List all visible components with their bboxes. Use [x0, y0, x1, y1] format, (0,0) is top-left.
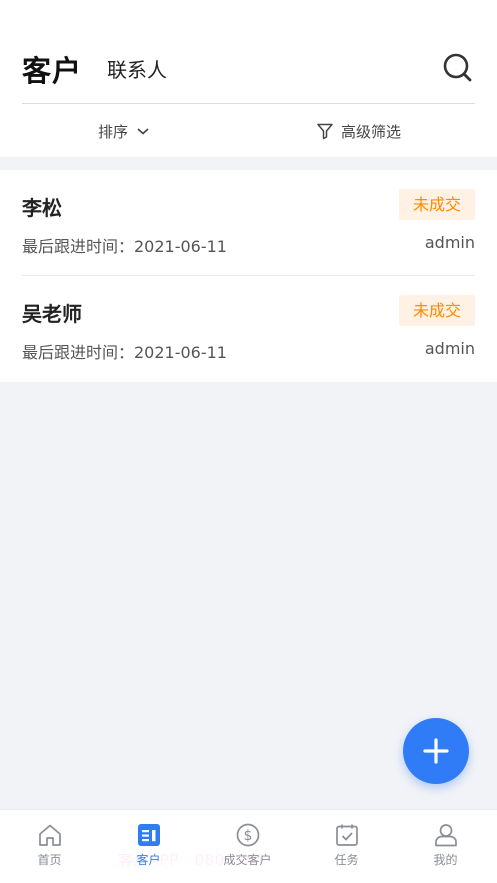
last-followup-time: 最后跟进时间：2021-06-11	[22, 237, 227, 256]
bottom-tab-bar: 首页 客户 $ 成交客户 任务 我的 客户APP · 0800 0M	[0, 809, 497, 883]
home-icon	[38, 824, 61, 846]
filter-button[interactable]: 高级筛选	[316, 119, 401, 143]
status-badge: 未成交	[399, 295, 475, 326]
svg-text:$: $	[243, 828, 252, 844]
status-badge: 未成交	[399, 189, 475, 220]
watermark: 客户APP · 0800 0M	[118, 851, 264, 869]
tab-customers[interactable]: 客户	[22, 48, 82, 90]
last-followup-time: 最后跟进时间：2021-06-11	[22, 343, 227, 362]
search-button[interactable]	[440, 50, 474, 84]
dollar-icon: $	[236, 823, 259, 847]
tabbar-label: 任务	[334, 853, 359, 867]
owner-name: admin	[424, 339, 475, 358]
plus-icon	[423, 738, 449, 764]
customer-card[interactable]: 吴老师 未成交 最后跟进时间：2021-06-11 admin	[0, 276, 497, 382]
tabbar-item-tasks[interactable]: 任务	[297, 810, 396, 870]
filter-icon	[317, 123, 333, 140]
add-customer-button[interactable]	[403, 718, 469, 784]
customer-card[interactable]: 李松 未成交 最后跟进时间：2021-06-11 admin	[0, 170, 497, 276]
task-icon	[335, 824, 358, 846]
user-icon	[434, 824, 457, 847]
tabbar-item-home[interactable]: 首页	[0, 810, 99, 870]
header: 客户 联系人 排序 高级筛选	[0, 0, 497, 157]
chevron-down-icon	[137, 128, 149, 135]
tabbar-label: 首页	[37, 853, 62, 867]
customer-icon	[137, 824, 160, 846]
filter-label: 高级筛选	[341, 122, 402, 141]
customer-list: 李松 未成交 最后跟进时间：2021-06-11 admin 吴老师 未成交 最…	[0, 170, 497, 382]
tab-contacts[interactable]: 联系人	[107, 54, 167, 83]
tabbar-item-profile[interactable]: 我的	[396, 810, 495, 870]
header-divider	[22, 103, 475, 104]
sort-button[interactable]: 排序	[98, 119, 150, 143]
sort-label: 排序	[98, 122, 129, 141]
search-icon	[443, 53, 472, 82]
owner-name: admin	[424, 233, 475, 252]
customer-name: 吴老师	[22, 302, 82, 326]
customer-name: 李松	[22, 196, 62, 220]
tabbar-label: 我的	[433, 853, 458, 867]
